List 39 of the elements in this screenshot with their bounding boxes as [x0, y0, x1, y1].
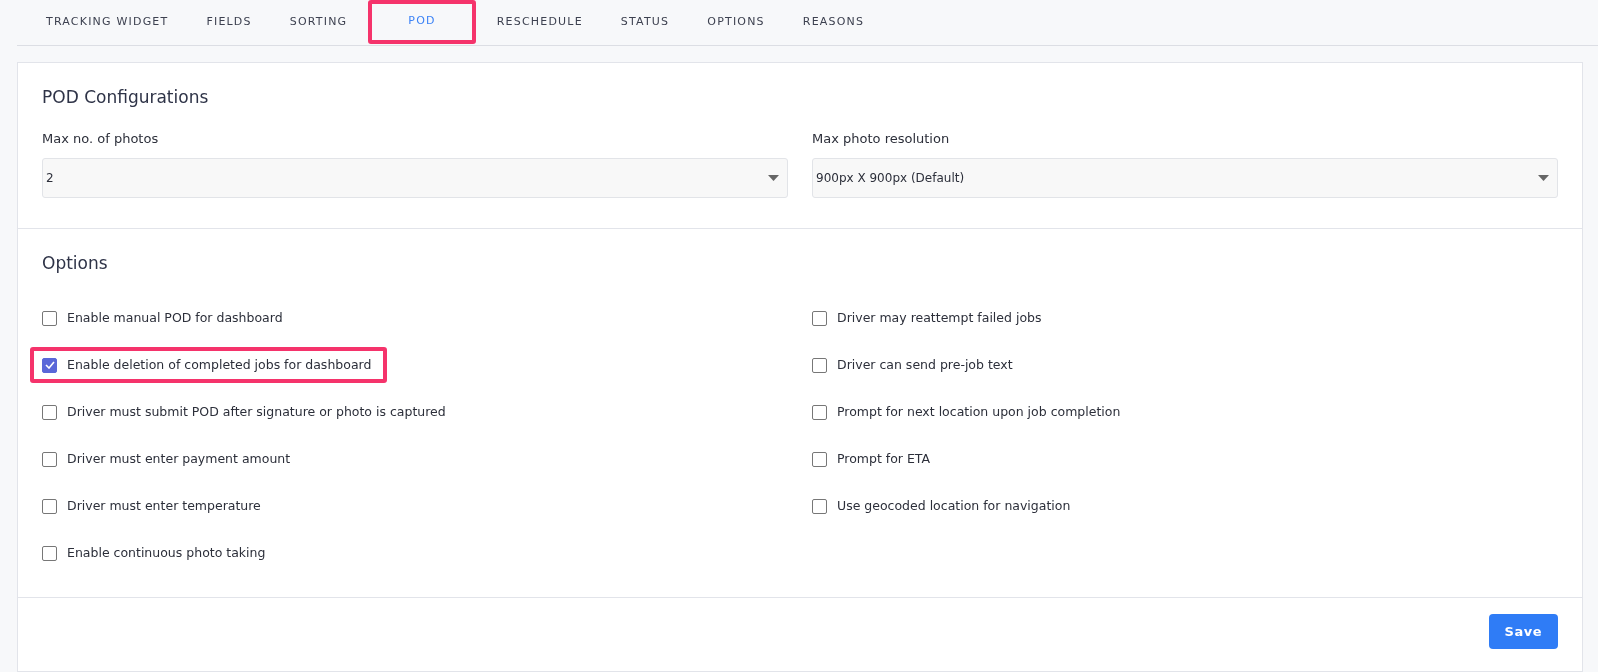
checkbox[interactable] [42, 451, 57, 467]
checkbox[interactable] [42, 545, 57, 561]
save-button[interactable]: Save [1488, 613, 1558, 649]
tab[interactable]: RESCHEDULE [477, 0, 602, 46]
checkbox-option[interactable]: Driver must submit POD after signature or photo is captured [30, 394, 460, 430]
tab[interactable]: TRACKING WIDGET [27, 0, 188, 46]
tab[interactable]: FIELDS [187, 0, 271, 46]
field-label: Max no. of photos [42, 129, 160, 148]
tab[interactable]: OPTIONS [688, 0, 784, 46]
checkbox-option[interactable]: Prompt for next location upon job completion [800, 394, 1135, 430]
section-title: POD Configurations [42, 86, 210, 109]
checkbox[interactable] [42, 310, 57, 326]
select-field[interactable]: 2 [42, 158, 788, 198]
checkbox-option[interactable]: Driver must enter temperature [30, 488, 275, 524]
checkbox[interactable] [42, 404, 57, 420]
checkbox-option[interactable]: Driver must enter payment amount [30, 441, 305, 477]
tab[interactable]: SORTING [270, 0, 367, 46]
tab[interactable]: POD [368, 0, 476, 44]
checkbox-option[interactable]: Driver can send pre-job text [800, 347, 1027, 383]
checkbox[interactable] [812, 498, 827, 514]
checkbox[interactable] [42, 498, 57, 514]
caret-icon [768, 175, 779, 181]
tab[interactable]: REASONS [783, 0, 884, 46]
checkbox-option[interactable]: Enable manual POD for dashboard [30, 300, 297, 336]
checkbox[interactable] [812, 357, 827, 373]
checkbox-option[interactable]: Enable deletion of completed jobs for dashboard [30, 347, 388, 383]
checkbox-option[interactable]: Use geocoded location for navigation [800, 488, 1085, 524]
checkbox-option[interactable]: Driver may reattempt failed jobs [800, 300, 1056, 336]
checkbox-option[interactable]: Enable continuous photo taking [30, 535, 280, 571]
caret-icon [1538, 175, 1549, 181]
checkbox[interactable] [42, 357, 57, 373]
field-label: Max photo resolution [812, 129, 951, 148]
select-field[interactable]: 900px X 900px (Default) [812, 158, 1558, 198]
tab[interactable]: STATUS [601, 0, 689, 46]
checkbox[interactable] [812, 451, 827, 467]
checkbox-option[interactable]: Prompt for ETA [800, 441, 945, 477]
checkbox[interactable] [812, 404, 827, 420]
checkbox[interactable] [812, 310, 827, 326]
section-title: Options [42, 252, 109, 275]
